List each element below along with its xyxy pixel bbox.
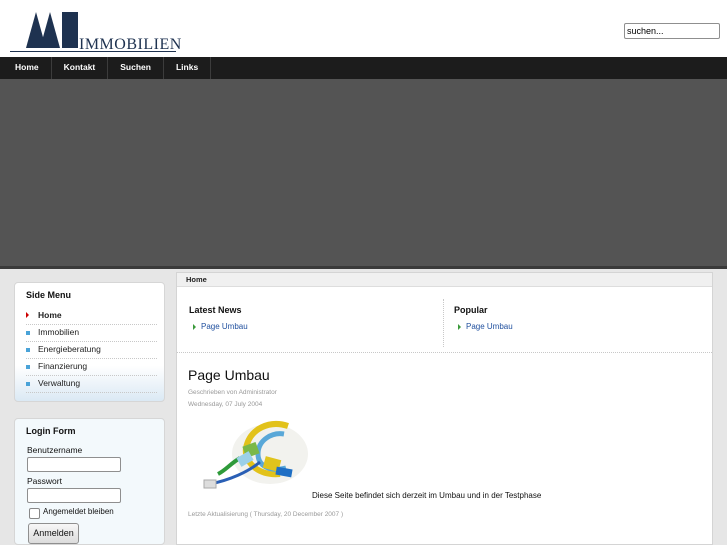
latest-news-item-label: Page Umbau — [201, 322, 248, 331]
logo[interactable]: MB IMMOBILIEN — [10, 10, 181, 56]
bullet-icon — [26, 365, 30, 369]
breadcrumb: Home — [177, 273, 712, 287]
remember-checkbox[interactable] — [29, 508, 40, 519]
logo-underline — [10, 51, 176, 52]
article-title[interactable]: Page Umbau — [188, 367, 270, 383]
side-menu-item-verwaltung[interactable]: Verwaltung — [26, 375, 157, 393]
nav-item-kontakt[interactable]: Kontakt — [52, 57, 109, 79]
green-arrow-icon — [458, 323, 461, 330]
side-menu-title: Side Menu — [26, 290, 72, 300]
login-form: Login Form Benutzername Passwort Angemel… — [14, 418, 165, 545]
green-arrow-icon — [193, 323, 196, 330]
bullet-icon — [26, 331, 30, 335]
side-menu-item-label: Home — [38, 310, 62, 320]
modules-divider — [443, 299, 444, 347]
side-menu-item-label: Energieberatung — [38, 344, 101, 354]
article-date: Wednesday, 07 July 2004 — [188, 401, 263, 408]
article-updated: Letzte Aktualisierung ( Thursday, 20 Dec… — [188, 511, 344, 518]
popular-item-link[interactable]: Page Umbau — [458, 322, 513, 331]
side-menu-item-label: Immobilien — [38, 327, 80, 337]
popular-module: Popular Page Umbau — [454, 287, 704, 352]
bullet-icon — [26, 382, 30, 386]
article-text: Diese Seite befindet sich derzeit im Umb… — [312, 491, 542, 500]
popular-title: Popular — [454, 305, 488, 315]
username-field[interactable] — [27, 457, 121, 472]
nav-item-suchen[interactable]: Suchen — [108, 57, 164, 79]
side-menu-item-energieberatung[interactable]: Energieberatung — [26, 341, 157, 359]
search-input[interactable] — [624, 23, 720, 39]
side-menu: Side Menu Home Immobilien Energieberatun… — [14, 282, 165, 402]
nav-item-home[interactable]: Home — [0, 57, 52, 79]
top-navigation: Home Kontakt Suchen Links — [0, 57, 727, 79]
side-menu-item-label: Finanzierung — [38, 361, 88, 371]
latest-news-title: Latest News — [189, 305, 242, 315]
side-menu-item-immobilien[interactable]: Immobilien — [26, 324, 157, 342]
side-menu-item-finanzierung[interactable]: Finanzierung — [26, 358, 157, 376]
password-label: Passwort — [27, 476, 62, 486]
modules-bottom-divider — [177, 352, 712, 353]
header-banner — [0, 79, 727, 269]
network-cables-image — [203, 421, 308, 489]
popular-item-label: Page Umbau — [466, 322, 513, 331]
side-menu-item-label: Verwaltung — [38, 378, 81, 388]
side-menu-item-home[interactable]: Home — [26, 307, 157, 325]
password-field[interactable] — [27, 488, 121, 503]
latest-news-module: Latest News Page Umbau — [189, 287, 439, 352]
remember-label: Angemeldet bleiben — [43, 507, 114, 516]
nav-item-links[interactable]: Links — [164, 57, 212, 79]
active-arrow-icon — [26, 312, 29, 318]
username-label: Benutzername — [27, 445, 83, 455]
header: MB IMMOBILIEN — [0, 0, 727, 57]
login-button[interactable]: Anmelden — [28, 523, 79, 544]
latest-news-item-link[interactable]: Page Umbau — [193, 322, 248, 331]
article-author: Geschrieben von Administrator — [188, 389, 277, 396]
main-content: Home Latest News Page Umbau Popular Page… — [176, 272, 713, 545]
login-form-title: Login Form — [26, 426, 76, 436]
bullet-icon — [26, 348, 30, 352]
